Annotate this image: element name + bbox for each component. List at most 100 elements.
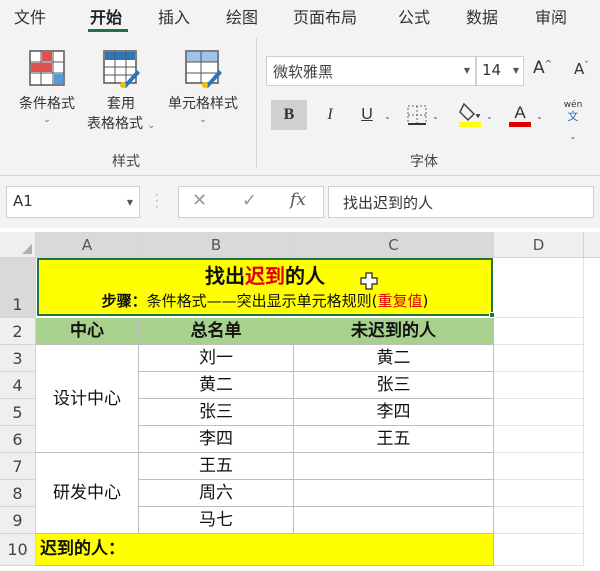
row-header-6[interactable]: 6 [0,426,36,453]
sheet-subtitle: 步骤：条件格式——突出显示单元格规则(重复值) [39,290,491,312]
chevron-down-icon: ▼ [126,198,133,207]
group-divider [256,38,257,168]
header-not-late[interactable]: 未迟到的人 [294,318,494,345]
select-all-button[interactable] [0,232,36,258]
cell-d8[interactable] [494,480,584,507]
row-header-3[interactable]: 3 [0,345,36,372]
header-roster[interactable]: 总名单 [139,318,294,345]
roster-cell[interactable]: 周六 [139,480,294,507]
late-people-cell[interactable]: 迟到的人： [36,534,494,566]
roster-cell[interactable]: 李四 [139,426,294,453]
grow-font-button[interactable]: A^ [533,58,552,78]
tab-draw[interactable]: 绘图 [226,4,258,28]
column-header-a[interactable]: A [36,232,139,258]
styles-group-label: 样式 [112,154,140,170]
row-header-5[interactable]: 5 [0,399,36,426]
borders-icon[interactable] [406,104,428,126]
cell-styles-button[interactable]: 单元格样式 ⌄ [160,48,246,126]
not-late-cell-empty[interactable] [294,480,494,507]
row-header-4[interactable]: 4 [0,372,36,399]
column-header-c[interactable]: C [294,232,494,258]
roster-cell[interactable]: 刘一 [139,345,294,372]
font-size-select[interactable]: 14 ▼ [476,56,524,86]
cell-d1[interactable] [494,258,584,318]
enter-icon[interactable]: ✓ [242,190,257,211]
chevron-down-icon[interactable]: ⌄ [432,112,439,121]
cell-d10[interactable] [494,534,584,566]
cell-d2[interactable] [494,318,584,345]
title-part-2: 迟到 [245,264,285,288]
title-cell-a1[interactable]: 找出迟到的人 步骤：条件格式——突出显示单元格规则(重复值) [37,258,493,316]
phonetic-guide-button[interactable]: wén 文 ⌄ [558,100,588,143]
column-header-d[interactable]: D [494,232,584,258]
svg-text:A: A [514,103,526,122]
bold-button[interactable]: B [271,100,307,130]
shrink-font-label: A [574,60,585,78]
grow-font-label: A [533,58,545,78]
underline-button[interactable]: U [352,100,382,130]
cell-d9[interactable] [494,507,584,534]
chevron-down-icon[interactable]: ⌄ [486,112,493,121]
column-header-b[interactable]: B [139,232,294,258]
italic-button[interactable]: I [315,100,345,130]
cell-styles-label: 单元格样式 [168,96,238,112]
cell-d4[interactable] [494,372,584,399]
cell-d6[interactable] [494,426,584,453]
tab-formulas[interactable]: 公式 [398,4,430,28]
row-header-2[interactable]: 2 [0,318,36,345]
format-as-table-button[interactable]: 套用 表格格式 ⌄ [84,48,158,136]
roster-cell[interactable]: 马七 [139,507,294,534]
row-header-10[interactable]: 10 [0,534,36,566]
insert-function-icon[interactable]: fx [290,190,306,210]
not-late-cell-empty[interactable] [294,453,494,480]
group-cell-design[interactable]: 设计中心 [36,345,139,453]
row-header-8[interactable]: 8 [0,480,36,507]
shrink-font-button[interactable]: Aˇ [574,60,589,78]
row-header-1[interactable]: 1 [0,258,36,318]
chevron-down-icon: ⌄ [569,132,577,141]
header-center[interactable]: 中心 [36,318,139,345]
not-late-cell[interactable]: 李四 [294,399,494,426]
worksheet: A B C D 1 2 3 4 5 6 7 8 9 10 中心 总名单 未迟到的… [0,228,600,571]
tab-review[interactable]: 审阅 [535,4,567,28]
tab-home[interactable]: 开始 [90,4,122,28]
fill-handle[interactable] [489,312,495,318]
ribbon: 条件格式 ⌄ 套用 表格格式 ⌄ 单元格样式 ⌄ 样式 微软雅黑 ▼ 14 ▼ … [0,34,600,176]
tab-file[interactable]: 文件 [14,4,46,28]
fill-color-icon[interactable] [458,100,482,128]
font-size-value: 14 [482,61,502,79]
title-part-3: 的人 [285,264,325,288]
cell-d5[interactable] [494,399,584,426]
chevron-down-icon[interactable]: ⌄ [536,112,543,121]
row-header-9[interactable]: 9 [0,507,36,534]
formula-bar: A1 ▼ · · · ✕ ✓ fx 找出迟到的人 [0,176,600,228]
caret-down-icon: ˇ [584,61,589,71]
roster-cell[interactable]: 黄二 [139,372,294,399]
chevron-down-icon[interactable]: ⌄ [384,112,391,121]
cell-d7[interactable] [494,453,584,480]
roster-cell[interactable]: 王五 [139,453,294,480]
column-header-e[interactable] [584,232,600,258]
font-name-select[interactable]: 微软雅黑 ▼ [266,56,476,86]
font-group-label: 字体 [410,154,438,170]
tab-insert[interactable]: 插入 [158,4,190,28]
tab-page-layout[interactable]: 页面布局 [293,4,357,28]
not-late-cell[interactable]: 王五 [294,426,494,453]
tab-data[interactable]: 数据 [466,4,498,28]
chevron-down-icon: ⌄ [147,121,155,131]
conditional-format-button[interactable]: 条件格式 ⌄ [12,48,82,126]
font-color-icon[interactable]: A [508,100,532,128]
drag-handle-icon[interactable]: · · · [155,189,159,213]
step-label: 步骤： [101,292,147,310]
roster-cell[interactable]: 张三 [139,399,294,426]
not-late-cell[interactable]: 黄二 [294,345,494,372]
formula-input[interactable]: 找出迟到的人 [328,186,594,218]
row-header-7[interactable]: 7 [0,453,36,480]
not-late-cell-empty[interactable] [294,507,494,534]
name-box[interactable]: A1 ▼ [6,186,140,218]
cancel-icon[interactable]: ✕ [192,190,207,211]
cell-d3[interactable] [494,345,584,372]
caret-up-icon: ^ [544,59,553,70]
not-late-cell[interactable]: 张三 [294,372,494,399]
group-cell-rnd[interactable]: 研发中心 [36,453,139,534]
